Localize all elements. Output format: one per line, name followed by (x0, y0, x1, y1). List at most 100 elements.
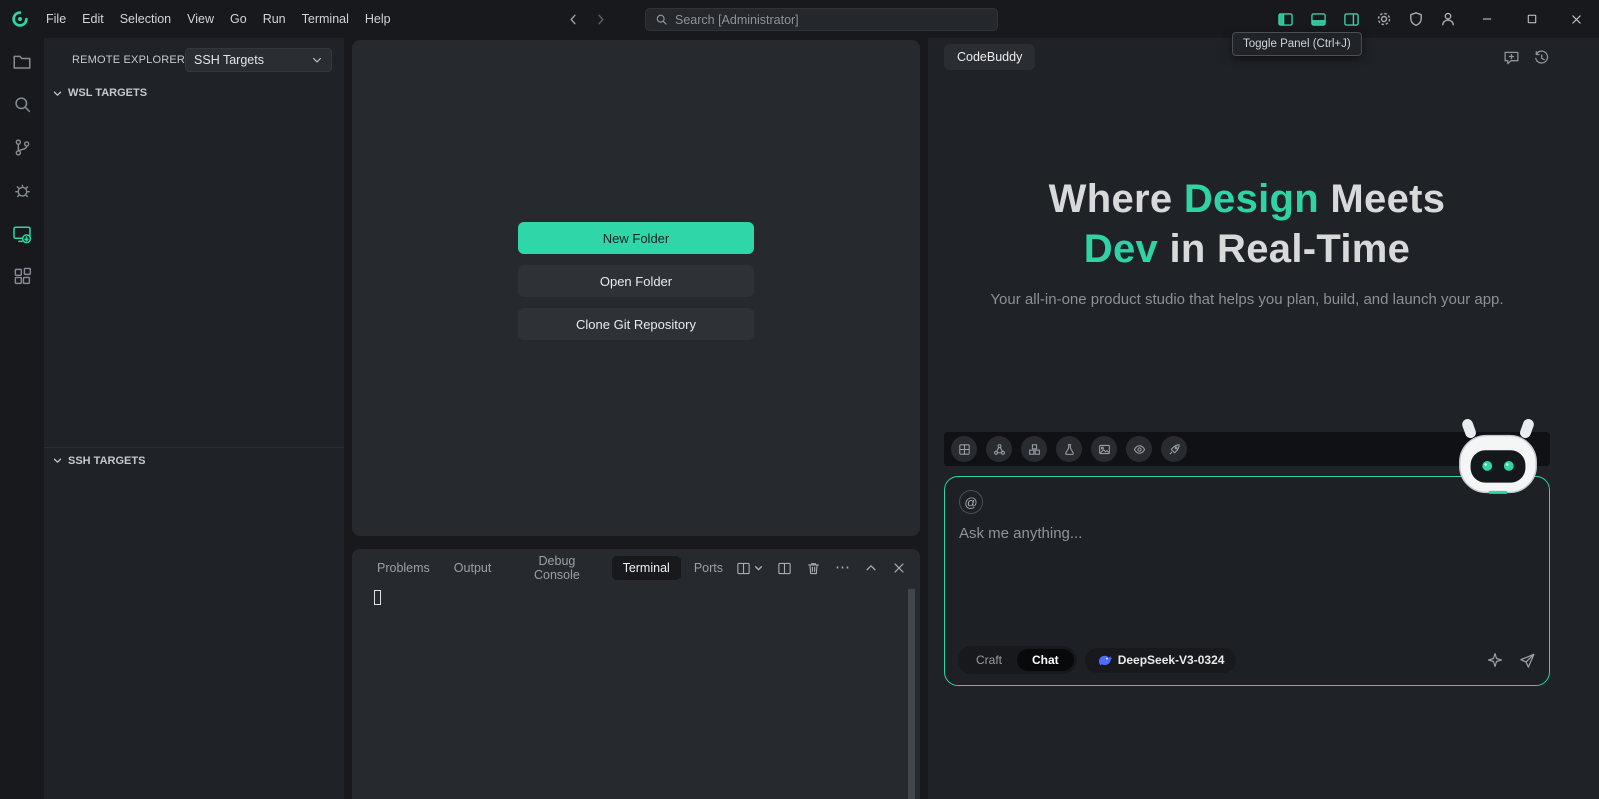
maximize-panel-button[interactable] (864, 561, 878, 575)
model-name: DeepSeek-V3-0324 (1118, 653, 1225, 667)
send-icon (1519, 652, 1536, 669)
remote-explorer-icon (12, 224, 32, 244)
codebuddy-panel: CodeBuddy Where Design Meets Dev in Real… (928, 38, 1599, 799)
new-chat-button[interactable] (1503, 49, 1520, 66)
menu-help[interactable]: Help (357, 0, 399, 38)
mode-craft[interactable]: Craft (961, 649, 1017, 671)
trash-icon (806, 561, 821, 576)
close-button[interactable] (1554, 0, 1599, 38)
activity-remote-explorer[interactable] (0, 212, 44, 255)
activity-bar (0, 38, 44, 799)
tab-ports[interactable]: Ports (683, 556, 734, 580)
section-wsl-targets[interactable]: WSL TARGETS (44, 80, 344, 106)
maximize-button[interactable] (1509, 0, 1554, 38)
activity-extensions[interactable] (0, 255, 44, 298)
search-placeholder: Search [Administrator] (675, 13, 799, 27)
tab-codebuddy[interactable]: CodeBuddy (944, 44, 1035, 70)
history-button[interactable] (1533, 49, 1550, 66)
kill-terminal-button[interactable] (806, 561, 821, 576)
account-button[interactable] (1432, 0, 1464, 38)
split-panel-button[interactable] (777, 561, 792, 576)
model-selector[interactable]: DeepSeek-V3-0324 (1085, 648, 1237, 673)
chat-input-placeholder: Ask me anything... (959, 525, 1535, 542)
tool-button-2[interactable] (986, 436, 1012, 462)
tab-problems[interactable]: Problems (366, 556, 441, 580)
privacy-button[interactable] (1400, 0, 1432, 38)
extensions-icon (13, 267, 32, 286)
forward-button[interactable] (593, 12, 608, 27)
layout-sidebar-right-icon (1343, 11, 1360, 28)
tab-output[interactable]: Output (443, 556, 503, 580)
close-icon (892, 561, 906, 575)
terminal-view[interactable] (352, 587, 920, 799)
robot-mascot (1449, 414, 1547, 512)
section-label: WSL TARGETS (68, 87, 147, 99)
activity-debug[interactable] (0, 169, 44, 212)
more-actions-button[interactable]: ⋯ (835, 559, 850, 577)
tool-button-4[interactable] (1056, 436, 1082, 462)
back-button[interactable] (566, 12, 581, 27)
hero-subtitle: Your all-in-one product studio that help… (944, 291, 1550, 308)
flask-icon (1063, 443, 1076, 456)
close-panel-button[interactable] (892, 561, 906, 575)
blocks-icon (1028, 443, 1041, 456)
debug-icon (13, 181, 32, 200)
tool-button-3[interactable] (1021, 436, 1047, 462)
minimize-button[interactable] (1464, 0, 1509, 38)
menu-terminal[interactable]: Terminal (294, 0, 357, 38)
section-ssh-targets[interactable]: SSH TARGETS (44, 447, 344, 473)
editor-welcome-area: New Folder Open Folder Clone Git Reposit… (352, 40, 920, 536)
split-panel-icon (777, 561, 792, 576)
menu-run[interactable]: Run (255, 0, 294, 38)
tool-button-5[interactable] (1091, 436, 1117, 462)
history-icon (1533, 49, 1550, 66)
tab-terminal[interactable]: Terminal (612, 556, 681, 580)
tool-button-6[interactable] (1126, 436, 1152, 462)
menu-file[interactable]: File (38, 0, 74, 38)
sparkle-icon (1487, 652, 1503, 668)
tab-debug-console[interactable]: Debug Console (504, 549, 609, 587)
enhance-button[interactable] (1487, 652, 1503, 668)
split-terminal-dropdown-button[interactable] (736, 561, 763, 576)
deepseek-icon (1097, 653, 1112, 668)
nodes-icon (993, 443, 1006, 456)
rocket-icon (1168, 443, 1181, 456)
mode-switcher: Craft Chat (958, 646, 1077, 674)
chevron-down-icon (52, 455, 63, 466)
send-button[interactable] (1519, 652, 1536, 669)
menu-selection[interactable]: Selection (112, 0, 179, 38)
welcome-actions: New Folder Open Folder Clone Git Reposit… (518, 222, 754, 340)
mode-chat[interactable]: Chat (1017, 649, 1074, 671)
activity-search[interactable] (0, 83, 44, 126)
open-folder-button[interactable]: Open Folder (518, 265, 754, 297)
search-input[interactable]: Search [Administrator] (645, 8, 998, 31)
git-branch-icon (13, 138, 32, 157)
ssh-targets-dropdown[interactable]: SSH Targets (185, 48, 332, 72)
settings-button[interactable] (1368, 0, 1400, 38)
minimize-icon (1481, 13, 1493, 25)
split-terminal-icon (736, 561, 751, 576)
hero: Where Design Meets Dev in Real-Time Your… (944, 174, 1550, 308)
editor-column: New Folder Open Folder Clone Git Reposit… (352, 38, 920, 799)
clone-git-repository-button[interactable]: Clone Git Repository (518, 308, 754, 340)
terminal-scrollbar[interactable] (908, 589, 915, 799)
search-icon (655, 13, 668, 26)
menu-edit[interactable]: Edit (74, 0, 112, 38)
remote-explorer-sidebar: REMOTE EXPLORER SSH Targets WSL TARGETS … (44, 38, 344, 799)
new-folder-button[interactable]: New Folder (518, 222, 754, 254)
tool-button-1[interactable] (951, 436, 977, 462)
grid-icon (958, 443, 971, 456)
chevron-left-icon (566, 12, 581, 27)
activity-source-control[interactable] (0, 126, 44, 169)
menu-view[interactable]: View (179, 0, 222, 38)
mention-button[interactable]: @ (959, 490, 983, 514)
close-icon (1570, 13, 1583, 26)
chevron-down-icon (754, 564, 763, 573)
menu-go[interactable]: Go (222, 0, 255, 38)
chevron-down-icon (52, 88, 63, 99)
maximize-icon (1526, 13, 1538, 25)
activity-explorer[interactable] (0, 40, 44, 83)
panel-tab-bar: Problems Output Debug Console Terminal P… (352, 549, 920, 587)
chevron-up-icon (864, 561, 878, 575)
tool-button-7[interactable] (1161, 436, 1187, 462)
